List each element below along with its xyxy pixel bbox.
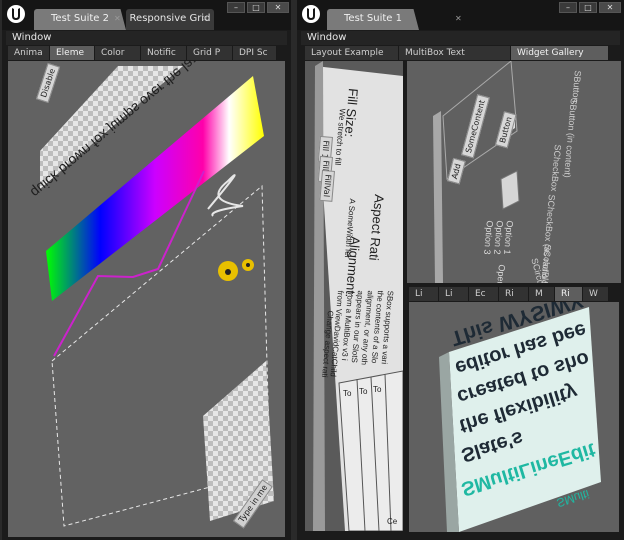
menu-window[interactable]: Window	[301, 31, 620, 45]
window-controls: – □ ✕	[559, 2, 621, 13]
subtab-li-2[interactable]: Li	[439, 287, 469, 301]
subtab-m[interactable]: M	[529, 287, 555, 301]
grid-header-2: To	[359, 387, 368, 396]
close-icon[interactable]: ✕	[599, 2, 621, 13]
throbber-icon	[218, 259, 254, 281]
subtab-li-1[interactable]: Li	[409, 287, 439, 301]
rich-text-panel: This WYSIWY editor has bee created to sh…	[409, 302, 619, 532]
subtab-ec[interactable]: Ec	[469, 287, 499, 301]
element-test-canvas	[40, 66, 274, 527]
tab-test-suite-2[interactable]: Test Suite 2	[34, 9, 126, 30]
left-window: Test Suite 2 ✕ Responsive Grid ✕ – □ ✕ W…	[2, 0, 291, 540]
subtab-w[interactable]: W	[583, 287, 609, 301]
tab-label: Test Suite 2	[51, 13, 109, 24]
close-tab-icon[interactable]: ✕	[114, 14, 121, 23]
tab-label: Test Suite 1	[344, 13, 402, 24]
subtab-grid-panel[interactable]: Grid P	[187, 46, 233, 60]
subtab-layout-example[interactable]: Layout Example	[305, 46, 399, 60]
subtab-multibox-text[interactable]: MultiBox Text	[399, 46, 511, 60]
left-subtab-bar: Anima Eleme Color Notific Grid P DPI Sc	[8, 46, 285, 60]
close-icon[interactable]: ✕	[267, 2, 289, 13]
tab-test-suite-1[interactable]: Test Suite 1	[327, 9, 419, 30]
lower-subtab-bar: Li Li Ec Ri M Ri W	[409, 287, 618, 301]
unreal-logo-icon	[7, 5, 25, 23]
gallery-shapes	[433, 61, 520, 283]
widget-gallery-panel: SButton SButton (in content) SCheckBox S…	[407, 61, 621, 283]
grid-header-3: To	[373, 385, 382, 394]
tab-label: Responsive Grid	[129, 13, 211, 24]
tab-responsive-grid[interactable]: Responsive Grid	[126, 9, 214, 30]
subtab-ri-1[interactable]: Ri	[499, 287, 529, 301]
subtab-elements[interactable]: Eleme	[50, 46, 95, 60]
minimize-icon[interactable]: –	[559, 2, 577, 13]
layout-grid	[338, 370, 403, 531]
left-title-bar[interactable]: Test Suite 2 ✕ Responsive Grid ✕ – □ ✕	[2, 0, 291, 30]
window-controls: – □ ✕	[227, 2, 289, 13]
close-tab-icon[interactable]: ✕	[455, 14, 462, 23]
layout-example-panel: Fill Size: We stretch to fill Fill 1 Fil…	[305, 61, 403, 531]
menu-window[interactable]: Window	[6, 31, 287, 45]
right-window: Test Suite 1 ✕ – □ ✕ Window Layout Examp…	[297, 0, 624, 540]
minimize-icon[interactable]: –	[227, 2, 245, 13]
subtab-animation[interactable]: Anima	[8, 46, 50, 60]
close-tab-icon[interactable]: ✕	[202, 14, 209, 23]
elements-panel: Disable quick brown fox jumps over the l…	[8, 61, 285, 537]
subtab-widget-gallery[interactable]: Widget Gallery	[511, 46, 609, 60]
maximize-icon[interactable]: □	[247, 2, 265, 13]
maximize-icon[interactable]: □	[579, 2, 597, 13]
unreal-logo-icon	[302, 5, 320, 23]
spline-white	[207, 174, 244, 217]
subtab-color[interactable]: Color	[95, 46, 141, 60]
subtab-notifications[interactable]: Notific	[141, 46, 187, 60]
subtab-ri-2[interactable]: Ri	[555, 287, 583, 301]
gallery-open-label[interactable]: Open	[495, 264, 507, 283]
right-subtab-bar: Layout Example MultiBox Text Widget Gall…	[305, 46, 620, 60]
grid-header-1: To	[343, 389, 352, 398]
grid-header-4: Ce	[387, 517, 398, 526]
right-title-bar[interactable]: Test Suite 1 ✕ – □ ✕	[297, 0, 624, 30]
subtab-dpi-scaling[interactable]: DPI Sc	[233, 46, 277, 60]
